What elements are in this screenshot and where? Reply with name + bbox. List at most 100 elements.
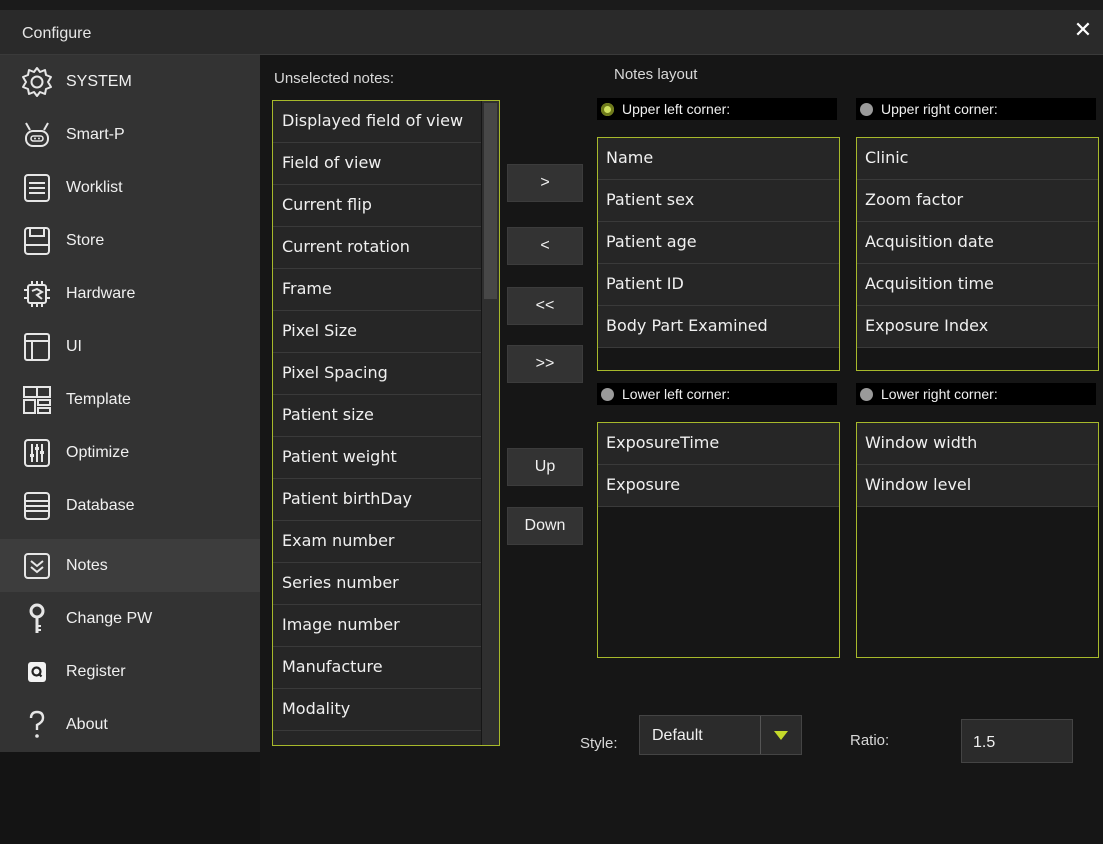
list-item[interactable]: Acquisition time [857,264,1098,306]
sidebar-item-label: Notes [66,556,108,574]
style-label: Style: [580,735,618,752]
sidebar-item-about[interactable]: About [0,698,260,751]
list-item[interactable]: Series number [273,563,481,605]
list-item[interactable]: Zoom factor [857,180,1098,222]
close-icon[interactable]: ✕ [1071,20,1095,44]
down-button[interactable]: Down [507,507,583,545]
sidebar-item-system[interactable]: SYSTEM [0,55,260,108]
lower-right-list[interactable]: Window width Window level [856,422,1099,658]
lower-left-label: Lower left corner: [622,386,731,402]
top-strip [0,0,1103,10]
list-item [273,731,481,745]
list-item[interactable]: Window width [857,423,1098,465]
list-item[interactable]: Patient weight [273,437,481,479]
list-item[interactable]: Current rotation [273,227,481,269]
list-item[interactable]: Acquisition date [857,222,1098,264]
list-item[interactable]: ExposureTime [598,423,839,465]
radio-selected-icon [601,102,614,116]
list-item[interactable]: Displayed field of view [273,101,481,143]
sidebar-item-database[interactable]: Database [0,479,260,532]
sidebar-item-label: Template [66,390,131,408]
radio-unselected-icon [860,387,873,401]
list-item[interactable]: Patient birthDay [273,479,481,521]
list-item[interactable]: Patient sex [598,180,839,222]
list-item[interactable]: Image number [273,605,481,647]
sidebar-item-template[interactable]: Template [0,373,260,426]
select-divider [760,716,761,754]
radio-unselected-icon [860,102,873,116]
ratio-label: Ratio: [850,732,890,749]
sidebar: SYSTEM Smart-P Worklist Store Hardware U… [0,55,260,752]
up-button[interactable]: Up [507,448,583,486]
list-item[interactable]: Modality [273,689,481,731]
upper-left-label: Upper left corner: [622,101,731,117]
upper-right-radio[interactable]: Upper right corner: [856,98,1096,120]
list-item[interactable]: Clinic [857,138,1098,180]
list-item[interactable]: Exam number [273,521,481,563]
title-bar: Configure ✕ [0,10,1103,55]
sidebar-footer [0,752,260,844]
lower-right-label: Lower right corner: [881,386,998,402]
upper-left-radio[interactable]: Upper left corner: [597,98,837,120]
sidebar-item-label: Store [66,231,105,249]
list-item[interactable]: Field of view [273,143,481,185]
sidebar-item-optimize[interactable]: Optimize [0,426,260,479]
unselected-notes-label: Unselected notes: [274,70,395,87]
template-icon [20,383,54,417]
list-item[interactable]: Pixel Spacing [273,353,481,395]
list-icon [20,171,54,205]
list-item[interactable]: Pixel Size [273,311,481,353]
lower-left-list[interactable]: ExposureTime Exposure [597,422,840,658]
sidebar-item-label: Smart-P [66,125,125,143]
move-left-button[interactable]: < [507,227,583,265]
sidebar-item-label: Hardware [66,284,136,302]
move-all-left-button[interactable]: << [507,287,583,325]
move-all-right-button[interactable]: >> [507,345,583,383]
sidebar-item-notes[interactable]: Notes [0,539,260,592]
list-item[interactable]: Name [598,138,839,180]
sidebar-item-ui[interactable]: UI [0,320,260,373]
upper-right-list[interactable]: Clinic Zoom factor Acquisition date Acqu… [856,137,1099,371]
upper-left-list[interactable]: Name Patient sex Patient age Patient ID … [597,137,840,371]
question-icon [20,708,54,742]
list-item[interactable]: Body Part Examined [598,306,839,348]
sidebar-item-label: SYSTEM [66,72,132,90]
gear-icon [20,65,54,99]
list-item[interactable]: Exposure Index [857,306,1098,348]
sidebar-item-hardware[interactable]: Hardware [0,267,260,320]
list-item[interactable]: Frame [273,269,481,311]
style-value: Default [652,727,703,744]
sidebar-item-smart-p[interactable]: Smart-P [0,108,260,161]
sidebar-item-worklist[interactable]: Worklist [0,161,260,214]
list-item[interactable]: Patient size [273,395,481,437]
lower-left-radio[interactable]: Lower left corner: [597,383,837,405]
list-item[interactable]: Exposure [598,465,839,507]
chip-icon [20,277,54,311]
lower-right-radio[interactable]: Lower right corner: [856,383,1096,405]
register-icon [20,655,54,689]
list-item[interactable]: Patient ID [598,264,839,306]
sidebar-item-store[interactable]: Store [0,214,260,267]
list-item[interactable]: Window level [857,465,1098,507]
sidebar-item-label: Worklist [66,178,123,196]
move-right-button[interactable]: > [507,164,583,202]
sliders-icon [20,436,54,470]
list-item[interactable]: Patient age [598,222,839,264]
list-scrollbar[interactable] [482,101,499,745]
sidebar-item-label: About [66,715,108,733]
list-item[interactable]: Manufacture [273,647,481,689]
ratio-input[interactable]: 1.5 [961,719,1073,763]
sidebar-item-register[interactable]: Register [0,645,260,698]
chevron-down-icon[interactable] [774,731,788,740]
floppy-icon [20,224,54,258]
sidebar-item-label: UI [66,337,82,355]
notes-layout-label: Notes layout [614,66,698,83]
radio-unselected-icon [601,387,614,401]
checkbox-icon [20,549,54,583]
style-select[interactable]: Default [639,715,802,755]
sidebar-item-label: Change PW [66,609,153,627]
unselected-notes-list[interactable]: Displayed field of view Field of view Cu… [272,100,500,746]
sidebar-item-change-pw[interactable]: Change PW [0,592,260,645]
list-item[interactable]: Current flip [273,185,481,227]
scroll-thumb[interactable] [484,103,497,299]
